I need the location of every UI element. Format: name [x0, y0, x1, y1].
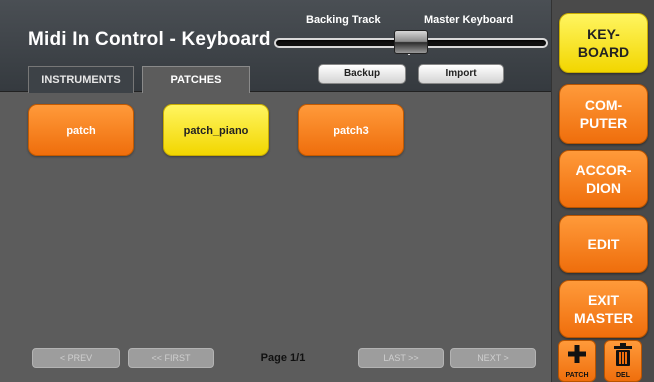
tab-instruments[interactable]: INSTRUMENTS	[28, 66, 134, 93]
delete-button[interactable]: DEL	[604, 340, 642, 382]
accordion-mode-label: ACCOR- DION	[575, 162, 632, 196]
crossfader-knob[interactable]	[394, 30, 428, 54]
edit-label: EDIT	[587, 236, 620, 252]
last-page-button[interactable]: LAST >>	[358, 348, 444, 368]
add-patch-label: PATCH	[565, 372, 589, 379]
tab-patches[interactable]: PATCHES	[142, 66, 250, 93]
plus-icon	[559, 343, 595, 370]
crossfader: Backing Track Master Keyboard	[272, 0, 550, 60]
backing-track-label: Backing Track	[306, 14, 381, 26]
patch-button[interactable]: patch3	[298, 104, 404, 156]
keyboard-mode-label: KEY- BOARD	[577, 26, 630, 60]
computer-mode-label: COM- PUTER	[579, 97, 628, 131]
app-window: Midi In Control - Keyboard Backing Track…	[0, 0, 654, 382]
patch-button[interactable]: patch	[28, 104, 134, 156]
master-keyboard-label: Master Keyboard	[424, 14, 514, 26]
computer-mode-button[interactable]: COM- PUTER	[559, 84, 648, 144]
header-bar: Midi In Control - Keyboard Backing Track…	[0, 0, 551, 93]
add-patch-button[interactable]: PATCH	[558, 340, 596, 382]
exit-master-label: EXIT MASTER	[573, 292, 634, 326]
patch-button-selected[interactable]: patch_piano	[163, 104, 269, 156]
first-page-button[interactable]: << FIRST	[128, 348, 214, 368]
mode-sidebar: KEY- BOARD COM- PUTER ACCOR- DION EDIT E…	[551, 0, 654, 382]
edit-button[interactable]: EDIT	[559, 215, 648, 273]
page-title: Midi In Control - Keyboard	[28, 29, 271, 50]
trash-icon	[605, 343, 641, 372]
page-indicator: Page 1/1	[260, 352, 306, 364]
accordion-mode-button[interactable]: ACCOR- DION	[559, 150, 648, 208]
import-button[interactable]: Import	[418, 64, 504, 84]
next-page-button[interactable]: NEXT >	[450, 348, 536, 368]
keyboard-mode-button[interactable]: KEY- BOARD	[559, 13, 648, 73]
prev-page-button[interactable]: < PREV	[32, 348, 120, 368]
delete-label: DEL	[616, 372, 630, 379]
exit-master-button[interactable]: EXIT MASTER	[559, 280, 648, 338]
backup-button[interactable]: Backup	[318, 64, 406, 84]
